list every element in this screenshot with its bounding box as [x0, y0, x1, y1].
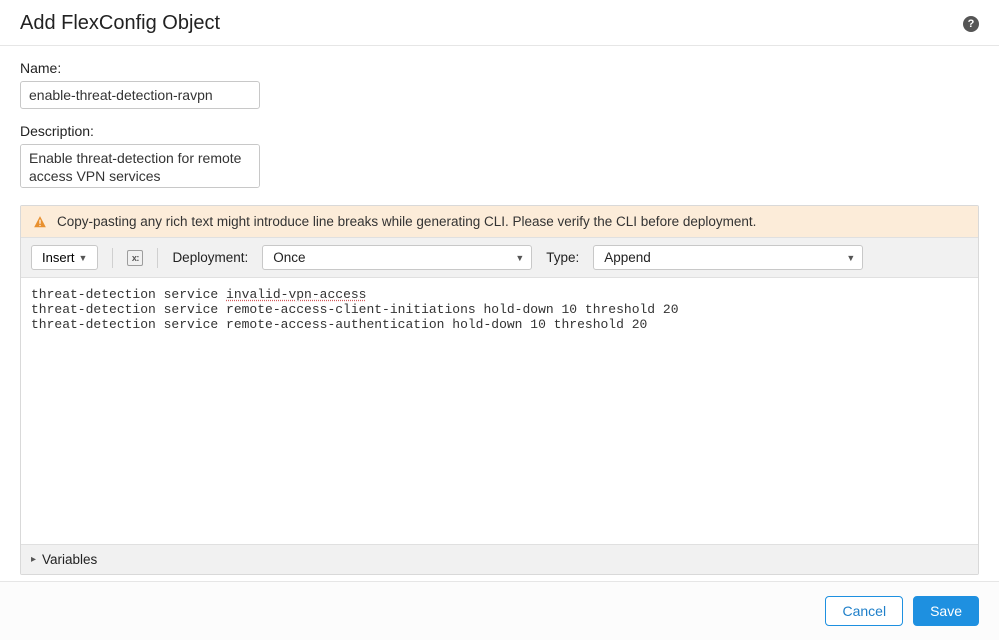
name-fieldset: Name:	[20, 60, 979, 109]
warning-icon	[33, 215, 47, 229]
toolbar-separator	[112, 248, 113, 268]
name-input[interactable]	[20, 81, 260, 109]
dialog-title: Add FlexConfig Object	[20, 12, 220, 35]
warning-banner: Copy-pasting any rich text might introdu…	[21, 206, 978, 237]
type-label: Type:	[546, 250, 579, 265]
deployment-select-wrap: Once ▼	[262, 245, 532, 270]
save-button[interactable]: Save	[913, 596, 979, 626]
insert-button[interactable]: Insert ▼	[31, 245, 98, 270]
editor-toolbar: Insert ▼ x: Deployment: Once ▼ Type: App…	[21, 237, 978, 278]
variable-icon[interactable]: x:	[127, 250, 143, 266]
dialog-header: Add FlexConfig Object ?	[0, 0, 999, 46]
insert-button-label: Insert	[42, 250, 75, 265]
deployment-label: Deployment:	[172, 250, 248, 265]
type-select-wrap: Append ▼	[593, 245, 863, 270]
deployment-select[interactable]: Once	[262, 245, 532, 270]
caret-down-icon: ▼	[79, 253, 88, 263]
description-label: Description:	[20, 123, 979, 139]
cancel-button[interactable]: Cancel	[825, 596, 903, 626]
variables-expander[interactable]: ▸ Variables	[21, 544, 978, 574]
chevron-right-icon: ▸	[31, 554, 36, 565]
name-label: Name:	[20, 60, 979, 76]
editor-container: Copy-pasting any rich text might introdu…	[20, 205, 979, 575]
cli-editor[interactable]: threat-detection service invalid-vpn-acc…	[21, 278, 978, 544]
cli-line-2: threat-detection service remote-access-c…	[31, 302, 679, 317]
cli-line-1a: threat-detection service	[31, 287, 226, 302]
description-input[interactable]: Enable threat-detection for remote acces…	[20, 144, 260, 188]
help-icon[interactable]: ?	[963, 16, 979, 32]
flexconfig-dialog: Add FlexConfig Object ? Name: Descriptio…	[0, 0, 999, 640]
variables-label: Variables	[42, 552, 97, 567]
cli-line-3: threat-detection service remote-access-a…	[31, 317, 647, 332]
type-select[interactable]: Append	[593, 245, 863, 270]
dialog-footer: Cancel Save	[0, 581, 999, 640]
dialog-body: Name: Description: Enable threat-detecti…	[0, 46, 999, 581]
description-fieldset: Description: Enable threat-detection for…	[20, 123, 979, 191]
toolbar-separator	[157, 248, 158, 268]
warning-text: Copy-pasting any rich text might introdu…	[57, 214, 756, 229]
cli-line-1b: invalid-vpn-access	[226, 287, 366, 302]
